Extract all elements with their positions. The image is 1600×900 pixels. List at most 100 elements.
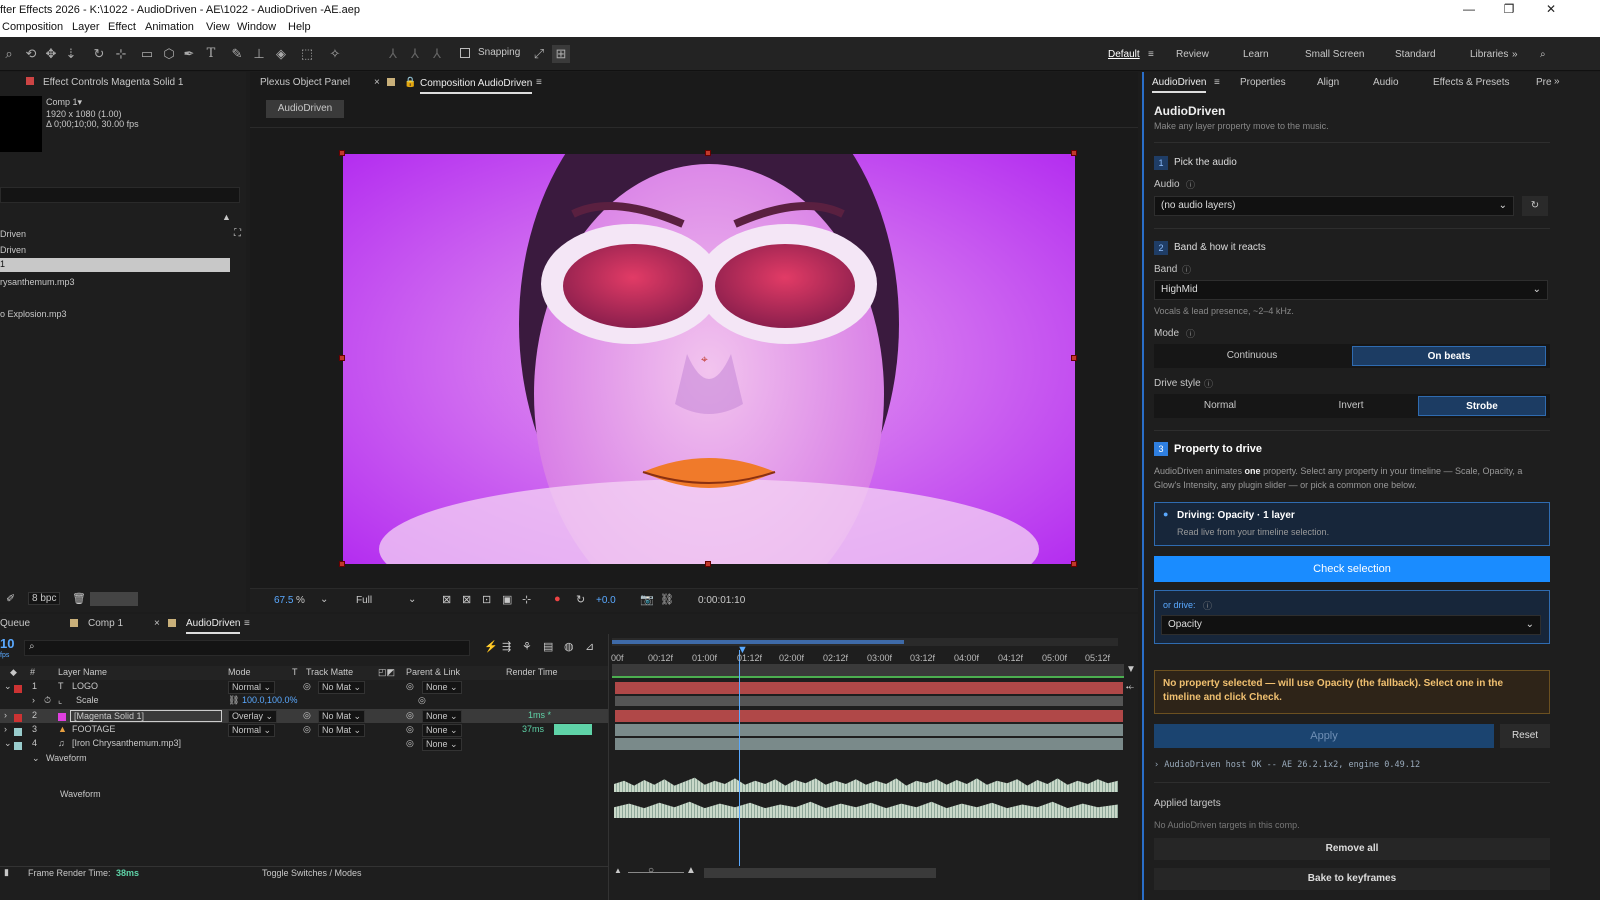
pickwhip-icon[interactable]: ◎ xyxy=(406,724,414,735)
workspace-standard[interactable]: Standard xyxy=(1395,49,1436,60)
effects-presets-tab[interactable]: Effects & Presets xyxy=(1433,77,1510,88)
roto-tool-icon[interactable]: ⬚ xyxy=(298,45,316,63)
region-icon[interactable]: ▣ xyxy=(502,593,512,606)
info-icon[interactable]: ⓘ xyxy=(1186,178,1195,191)
col-layer-name[interactable]: Layer Name xyxy=(58,667,107,677)
align-tab[interactable]: Align xyxy=(1317,77,1339,88)
layer-row[interactable]: ⌄ 4 ♫ [Iron Chrysanthemum.mp3] ◎ None ⌄ xyxy=(0,737,608,751)
zoom-dropdown-icon[interactable]: ⌄ xyxy=(320,594,328,605)
layer-bar[interactable] xyxy=(615,710,1123,722)
transparency-grid-icon[interactable]: ⊠ xyxy=(462,593,471,606)
motion-blur-icon[interactable]: ◍ xyxy=(564,640,574,653)
frame-blend-icon[interactable]: ▤ xyxy=(543,640,553,653)
layer-name[interactable]: LOGO xyxy=(72,681,98,691)
drive-invert-button[interactable]: Invert xyxy=(1286,396,1416,416)
mode-dropdown[interactable]: Normal ⌄ xyxy=(228,724,276,737)
presets-tab[interactable]: Pre xyxy=(1536,77,1552,88)
transform-handle[interactable] xyxy=(1071,355,1077,361)
expand-icon[interactable]: › xyxy=(4,710,7,720)
zoom-slider[interactable]: ▲ ○ ▲ xyxy=(612,865,936,878)
drive-strobe-button[interactable]: Strobe xyxy=(1418,396,1546,416)
audiodriven-tab[interactable]: AudioDriven xyxy=(1152,77,1207,93)
resolution-chevron-icon[interactable]: ⌄ xyxy=(408,594,416,605)
check-selection-button[interactable]: Check selection xyxy=(1154,556,1550,582)
snapping-checkbox[interactable] xyxy=(460,48,470,58)
more-tabs-icon[interactable]: » xyxy=(1554,76,1560,87)
matte-dropdown[interactable]: No Mat ⌄ xyxy=(318,681,366,694)
project-item[interactable]: Driven xyxy=(0,229,26,239)
mask-visibility-icon[interactable]: ⊡ xyxy=(482,593,491,606)
stamp-tool-icon[interactable]: ⊥ xyxy=(250,45,268,63)
workspace-review[interactable]: Review xyxy=(1176,49,1209,60)
draft-3d-icon[interactable]: ⚡ xyxy=(484,640,498,653)
mode-dropdown[interactable]: Overlay ⌄ xyxy=(228,710,278,723)
guides-icon[interactable]: ⊹ xyxy=(522,593,531,606)
axis-view-icon[interactable]: ⅄ xyxy=(428,45,446,63)
property-row[interactable]: › ⏱ ⌞ Scale ⛓ 100.0,100.0% ◎ xyxy=(0,694,608,708)
minimize-button[interactable]: — xyxy=(1454,0,1484,19)
audio-dropdown[interactable]: (no audio layers) ⌄ xyxy=(1154,196,1514,216)
workspace-more-icon[interactable]: » xyxy=(1512,49,1518,60)
workspace-libraries[interactable]: Libraries xyxy=(1470,49,1508,60)
parent-dropdown[interactable]: None ⌄ xyxy=(422,710,462,723)
parent-dropdown[interactable]: None ⌄ xyxy=(422,738,462,751)
project-item-selected[interactable]: 1 xyxy=(0,258,230,272)
playhead-line[interactable] xyxy=(739,650,740,866)
interpret-footage-icon[interactable]: ✐ xyxy=(6,592,15,605)
menu-view[interactable]: View xyxy=(206,21,230,33)
layer-name[interactable]: FOOTAGE xyxy=(72,724,115,734)
shy-icon[interactable]: ⚘ xyxy=(522,640,532,653)
comp-name[interactable]: Comp 1▾ xyxy=(46,97,82,108)
type-tool-icon[interactable]: T xyxy=(202,45,220,63)
menu-layer[interactable]: Layer xyxy=(72,21,100,33)
sort-icon[interactable]: ▲ xyxy=(222,212,231,222)
snapshot-icon[interactable]: 📷 xyxy=(640,593,654,606)
transform-handle[interactable] xyxy=(339,561,345,567)
apply-button[interactable]: Apply xyxy=(1154,724,1494,748)
menu-window[interactable]: Window xyxy=(237,21,276,33)
parent-dropdown[interactable]: None ⌄ xyxy=(422,681,462,694)
render-queue-tab[interactable]: Queue xyxy=(0,618,30,629)
current-time[interactable]: 10 xyxy=(0,636,14,651)
close-button[interactable]: ✕ xyxy=(1536,0,1566,19)
anchor-point-icon[interactable]: ⌖ xyxy=(701,352,708,367)
marker-icon[interactable]: ⤝ xyxy=(1126,682,1134,693)
transform-handle[interactable] xyxy=(705,561,711,567)
reset-button[interactable]: Reset xyxy=(1500,724,1550,748)
pickwhip-icon[interactable]: ◎ xyxy=(406,738,414,749)
preserve-icon[interactable]: ◎ xyxy=(303,710,311,721)
panel-menu-icon[interactable]: ≡ xyxy=(536,77,542,88)
layer-bar[interactable] xyxy=(615,724,1123,736)
zoom-tool-icon[interactable]: ⌕ xyxy=(0,45,18,63)
snap-icon[interactable]: ⤢ xyxy=(530,45,548,63)
matte-dropdown[interactable]: No Mat ⌄ xyxy=(318,710,366,723)
layer-row[interactable]: ⌄ 1 T LOGO Normal ⌄ ◎ No Mat ⌄ ◎ None ⌄ xyxy=(0,680,608,694)
work-area-bar[interactable] xyxy=(612,638,1118,646)
workspace-learn[interactable]: Learn xyxy=(1243,49,1269,60)
anchor-tool-icon[interactable]: ⊹ xyxy=(112,45,130,63)
layer-bar[interactable] xyxy=(615,682,1123,694)
waveform-group-row[interactable]: ⌄ Waveform xyxy=(0,752,608,766)
transform-handle[interactable] xyxy=(705,150,711,156)
thumbnail-slider[interactable] xyxy=(90,592,138,606)
workspace-small-screen[interactable]: Small Screen xyxy=(1305,49,1364,60)
info-icon[interactable]: ⓘ xyxy=(1204,377,1213,390)
preserve-icon[interactable]: ◎ xyxy=(303,724,311,735)
resolution-dropdown[interactable]: Full xyxy=(356,595,372,606)
eraser-tool-icon[interactable]: ◈ xyxy=(272,45,290,63)
info-icon[interactable]: ⓘ xyxy=(1182,263,1191,276)
pickwhip-icon[interactable]: ◎ xyxy=(418,695,426,706)
fast-preview-icon[interactable]: ⊠ xyxy=(442,593,451,606)
pen-tool-icon[interactable]: ✒ xyxy=(180,45,198,63)
puppet-tool-icon[interactable]: ✧ xyxy=(326,45,344,63)
transform-handle[interactable] xyxy=(339,150,345,156)
rotate-tool-icon[interactable]: ↻ xyxy=(90,45,108,63)
exposure-value[interactable]: +0.0 xyxy=(596,595,616,606)
graph-editor-icon[interactable]: ⊿ xyxy=(585,640,594,653)
panel-menu-icon[interactable]: ≡ xyxy=(1214,77,1220,88)
expand-icon[interactable]: ⌄ xyxy=(4,681,12,692)
lock-icon[interactable]: 🔒 xyxy=(404,77,416,88)
layer-name[interactable]: [Iron Chrysanthemum.mp3] xyxy=(72,738,181,748)
transform-handle[interactable] xyxy=(1071,561,1077,567)
project-search-input[interactable] xyxy=(0,187,240,203)
